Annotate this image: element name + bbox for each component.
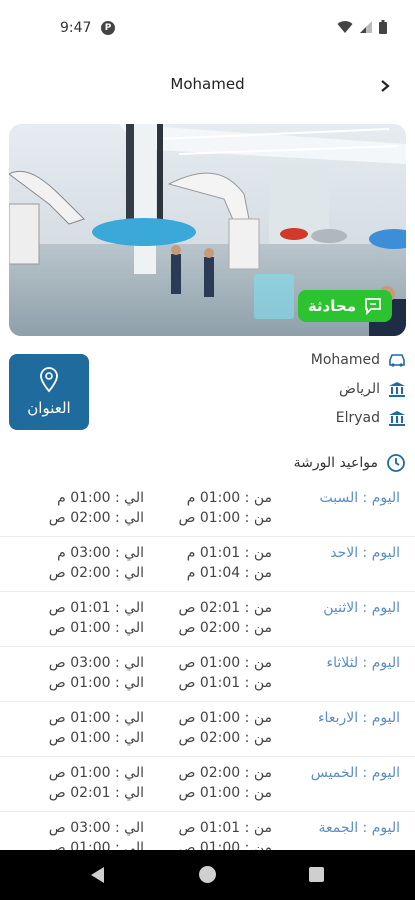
- schedule-from-time: من : 02:00 ص: [178, 730, 272, 746]
- bank-icon: [388, 409, 406, 427]
- schedule-from-time: من : 01:04 م: [186, 565, 272, 581]
- battery-icon: [379, 20, 387, 34]
- schedule-day: اليوم : الجمعة: [318, 820, 400, 836]
- schedule-to-time: الي : 01:00 ص: [48, 730, 144, 746]
- bank-icon: [388, 380, 406, 398]
- schedule-day: اليوم : الاثنين: [323, 600, 400, 616]
- schedule-row: اليوم : الاربعاء من : 01:00 ص من : 02:00…: [0, 702, 415, 757]
- schedule-day: اليوم : الاحد: [330, 545, 400, 561]
- system-nav-bar: [0, 850, 415, 900]
- nav-home-icon[interactable]: [199, 866, 216, 883]
- chat-button[interactable]: محادثة: [297, 290, 392, 322]
- schedule-from-time: من : 02:01 ص: [178, 600, 272, 616]
- schedule-from-time: من : 01:00 ص: [178, 710, 272, 726]
- schedule-from-time: من : 01:00 ص: [178, 785, 272, 801]
- schedule-day: اليوم : الخميس: [310, 765, 400, 781]
- nav-back-icon[interactable]: [91, 867, 104, 883]
- schedule-from-time: من : 01:00 ص: [178, 655, 272, 671]
- schedule-row: اليوم : السبت من : 01:00 م من : 01:00 ص …: [0, 482, 415, 537]
- page-title: Mohamed: [170, 75, 245, 93]
- status-icons: [337, 20, 387, 34]
- schedule-to-time: الي : 01:00 م: [57, 490, 144, 506]
- car-icon: [388, 351, 406, 369]
- schedule-to-time: الي : 01:00 ص: [48, 675, 144, 691]
- info-name-row: Mohamed: [311, 351, 406, 369]
- wifi-icon: [337, 21, 353, 33]
- address-button-label: العنوان: [27, 399, 71, 417]
- city-arabic: الرياض: [339, 381, 380, 397]
- schedule-to-time: الي : 01:00 ص: [48, 710, 144, 726]
- schedule-from-time: من : 01:00 م: [186, 490, 272, 506]
- schedule-to-time: الي : 02:00 ص: [48, 510, 144, 526]
- schedule-to-time: الي : 03:00 م: [57, 545, 144, 561]
- schedule-to-time: الي : 02:01 ص: [48, 785, 144, 801]
- nav-recents-icon[interactable]: [309, 867, 324, 882]
- schedule-row: اليوم : الخميس من : 02:00 ص من : 01:00 ص…: [0, 757, 415, 812]
- schedule-row: اليوم : لثلاثاء من : 01:00 ص من : 01:01 …: [0, 647, 415, 702]
- status-time: 9:47: [60, 20, 92, 36]
- schedule-to-time: الي : 01:00 ص: [48, 765, 144, 781]
- location-pin-icon: [40, 367, 58, 393]
- schedule-day: اليوم : الاربعاء: [317, 710, 400, 726]
- schedule-row: اليوم : الاحد من : 01:01 م من : 01:04 م …: [0, 537, 415, 592]
- info-city-en-row: Elryad: [336, 409, 406, 427]
- schedule-to-time: الي : 03:00 ص: [48, 655, 144, 671]
- back-button[interactable]: [373, 74, 397, 98]
- owner-name: Mohamed: [310, 352, 380, 368]
- address-button[interactable]: العنوان: [9, 354, 89, 430]
- schedule-from-time: من : 01:01 ص: [178, 820, 272, 836]
- schedule-title: مواعيد الورشة: [293, 455, 378, 471]
- schedule-to-time: الي : 02:00 ص: [48, 565, 144, 581]
- workshop-image: محادثة: [9, 124, 406, 336]
- app-notification-icon: P: [101, 21, 115, 35]
- schedule-from-time: من : 02:00 ص: [178, 765, 272, 781]
- schedule-from-time: من : 02:00 ص: [178, 620, 272, 636]
- schedule-to-time: الي : 01:01 ص: [48, 600, 144, 616]
- clock-icon: [387, 454, 405, 472]
- schedule-to-time: الي : 01:00 ص: [48, 620, 144, 636]
- app-bar: Mohamed: [0, 60, 415, 112]
- schedule-from-time: من : 01:00 ص: [178, 510, 272, 526]
- schedule-row: اليوم : الاثنين من : 02:01 ص من : 02:00 …: [0, 592, 415, 647]
- chevron-right-icon: [381, 80, 390, 92]
- schedule-day: اليوم : لثلاثاء: [326, 655, 401, 671]
- chat-button-label: محادثة: [307, 297, 356, 315]
- city-english: Elryad: [335, 410, 380, 426]
- chat-icon: [365, 298, 381, 315]
- schedule-day: اليوم : السبت: [319, 490, 400, 506]
- signal-icon: [360, 21, 372, 33]
- status-bar: 9:47 P: [0, 0, 415, 60]
- info-city-ar-row: الرياض: [339, 380, 406, 398]
- schedule-header: مواعيد الورشة: [294, 453, 406, 473]
- schedule-to-time: الي : 03:00 ص: [48, 820, 144, 836]
- schedule-from-time: من : 01:01 م: [186, 545, 272, 561]
- schedule-from-time: من : 01:01 ص: [178, 675, 272, 691]
